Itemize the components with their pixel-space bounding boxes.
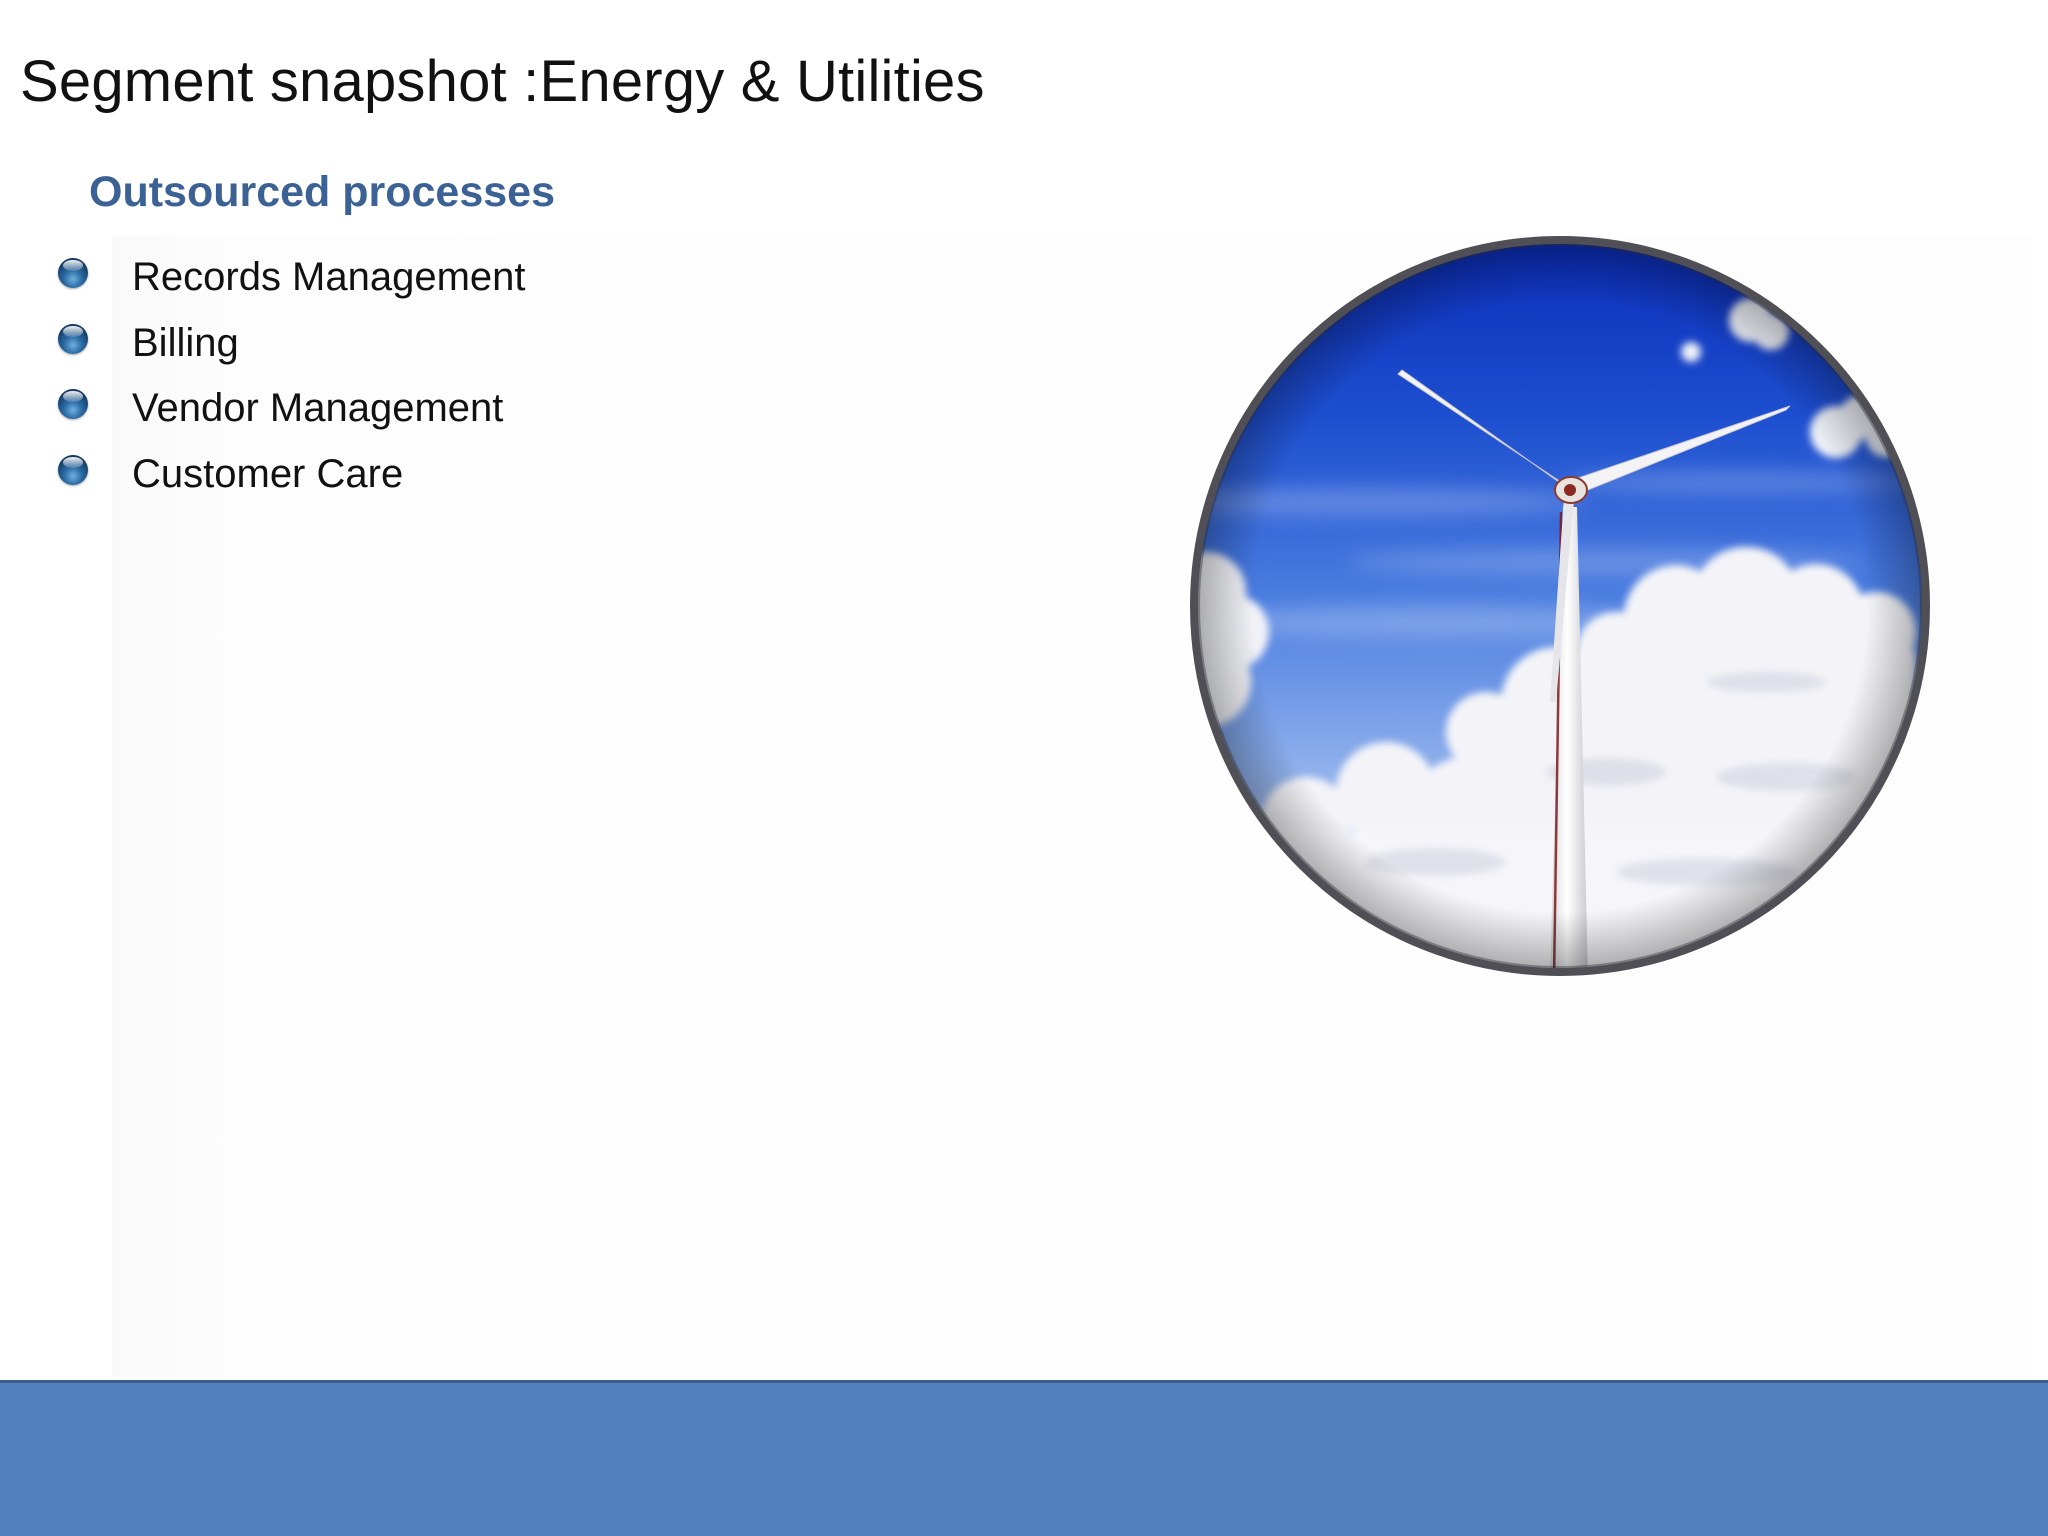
list-item-label: Customer Care (132, 451, 404, 496)
bullet-globe-icon (58, 323, 88, 354)
list-item-label: Records Management (132, 255, 526, 299)
slide: Segment snapshot :Energy & Utilities Out… (0, 0, 2048, 1536)
footer-bar (0, 1380, 2048, 1536)
list-item-label: Vendor Management (132, 386, 504, 430)
bullet-globe-icon (58, 258, 88, 288)
list-item-label: Billing (132, 320, 239, 365)
bullet-globe-icon (58, 454, 88, 485)
section-subtitle: Outsourced processes (89, 168, 556, 216)
bullet-globe-icon (58, 389, 88, 419)
wind-turbine-photo (1186, 232, 1934, 980)
slide-title: Segment snapshot :Energy & Utilities (20, 49, 985, 114)
